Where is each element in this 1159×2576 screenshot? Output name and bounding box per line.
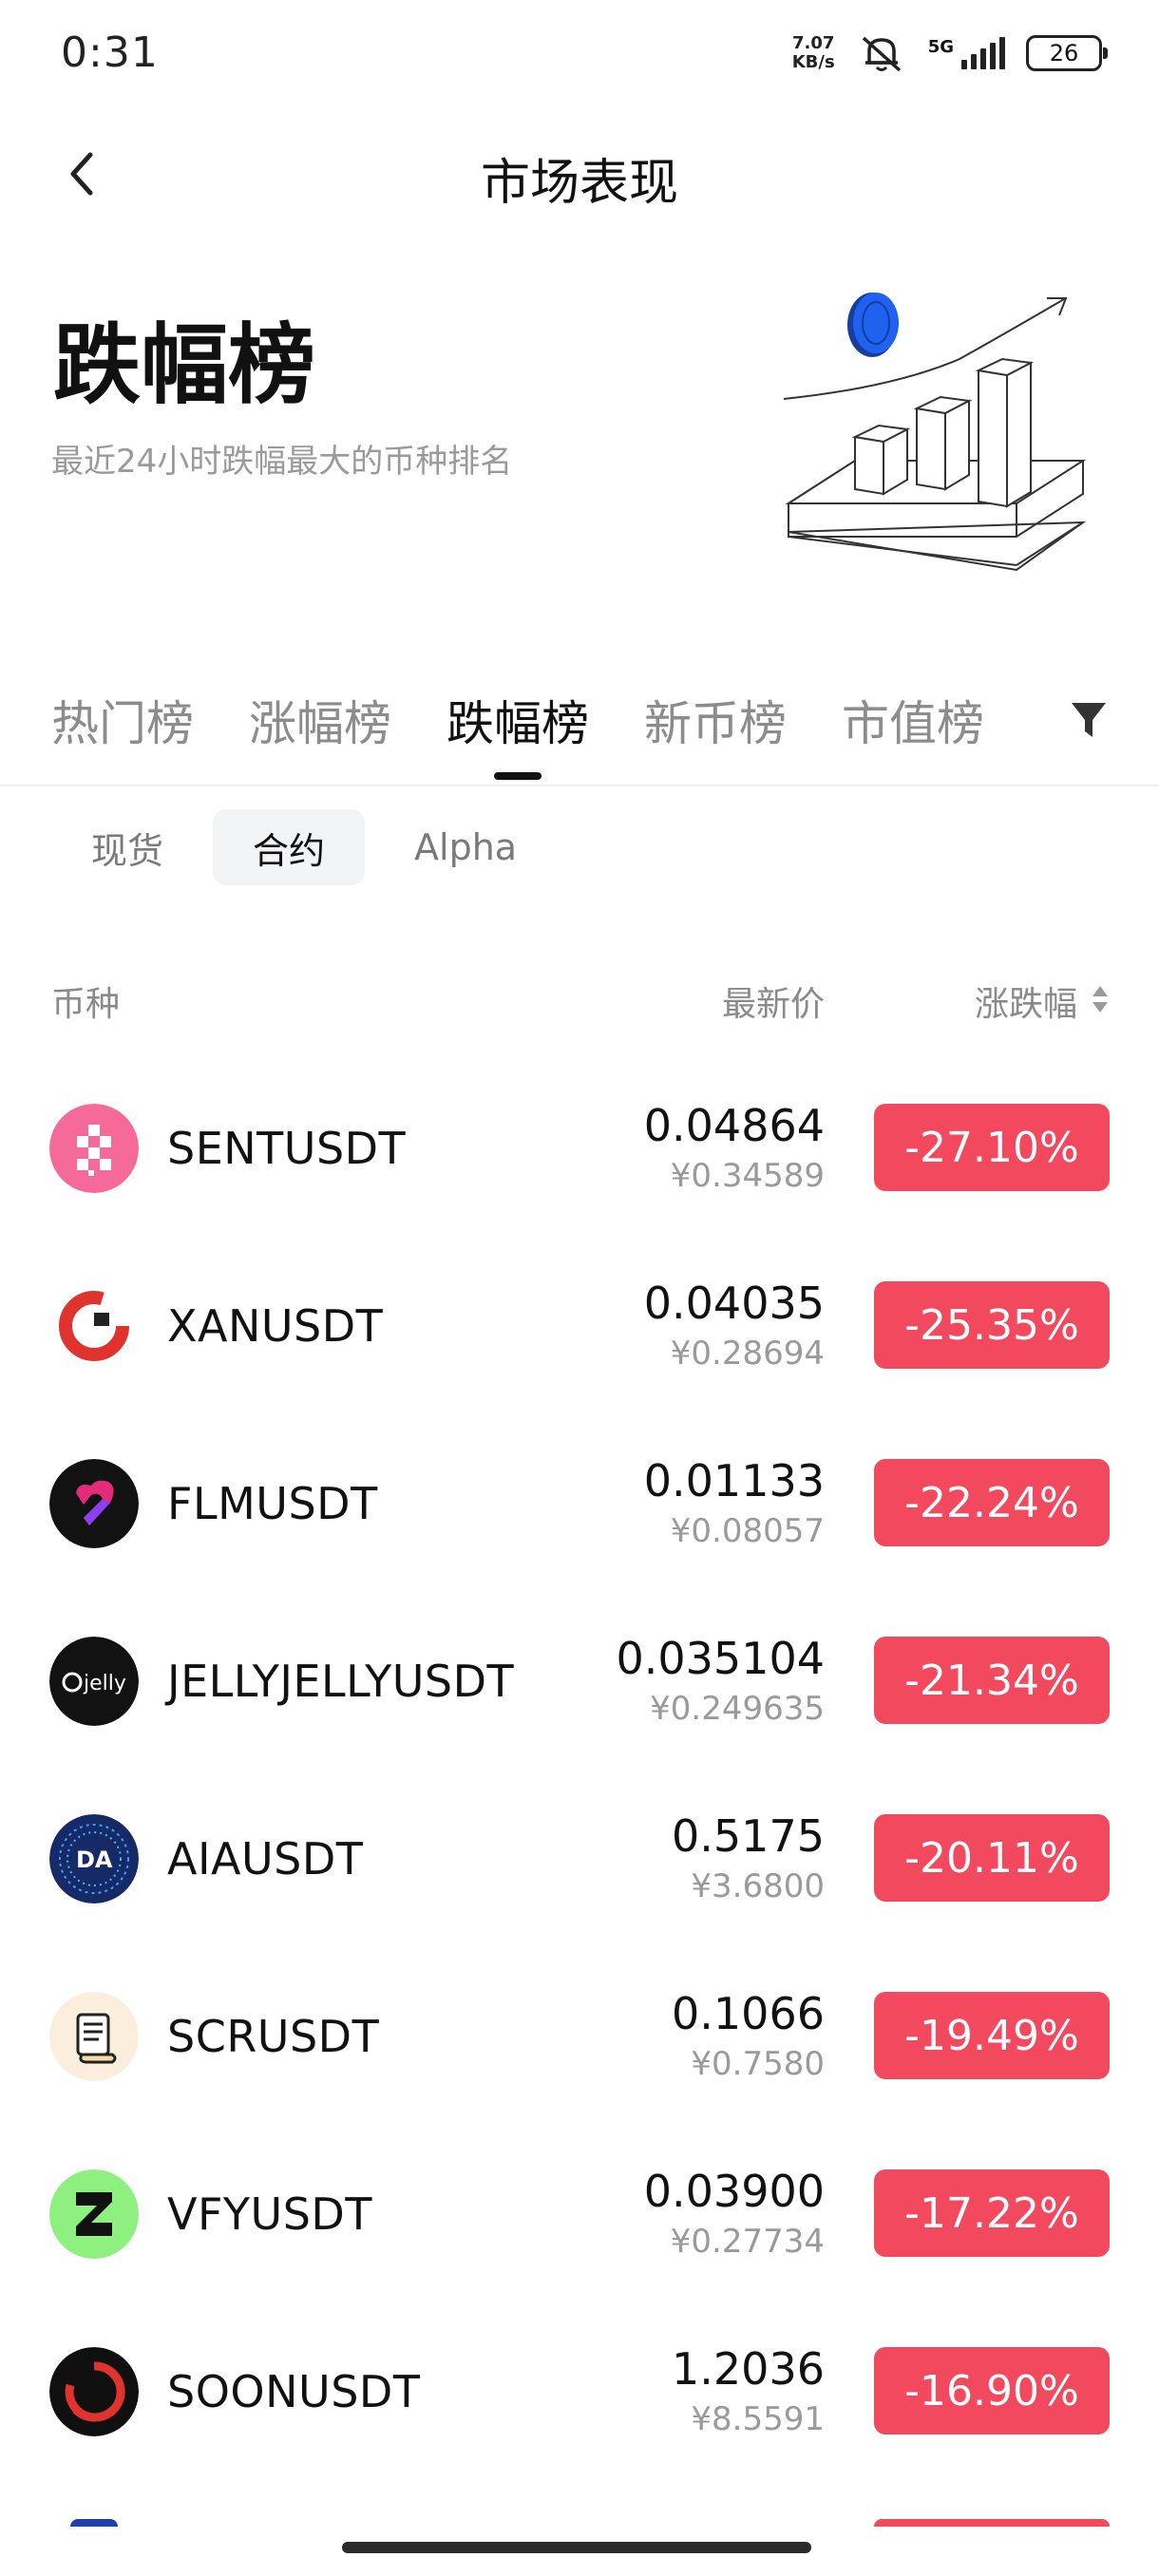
column-header-coin: 币种	[51, 985, 121, 1024]
market-type-tabs: 现货 合约 Alpha	[53, 809, 557, 885]
change-badge: -16.90%	[874, 2347, 1110, 2434]
table-row[interactable]: FLMUSDT 0.01133 ¥0.08057 -22.24%	[0, 1436, 1159, 1614]
battery-level: 26	[1049, 40, 1079, 66]
coin-logo-partial	[70, 2519, 118, 2527]
hero-title: 跌幅榜	[53, 314, 316, 416]
coin-symbol: XANUSDT	[167, 1300, 384, 1352]
subtab-spot[interactable]: 现货	[53, 809, 203, 885]
last-price: 0.03900	[643, 2166, 825, 2217]
last-price: 0.01133	[643, 1455, 825, 1506]
net-speed-value: 7.07	[791, 33, 835, 53]
rank-tabs: 热门榜 涨幅榜 跌幅榜 新币榜 市值榜	[0, 665, 1159, 786]
app-header: 市场表现	[0, 123, 1159, 228]
page-title: 市场表现	[480, 155, 678, 212]
table-row[interactable]: SENTUSDT 0.04864 ¥0.34589 -27.10%	[0, 1081, 1159, 1259]
filter-button[interactable]	[1062, 693, 1115, 747]
status-time: 0:31	[61, 28, 159, 77]
change-badge: -27.10%	[874, 1104, 1110, 1191]
coin-logo-jelly: jelly	[49, 1637, 139, 1726]
last-price: 0.5175	[672, 1810, 825, 1862]
price-cny: ¥8.5591	[691, 2400, 825, 2438]
subtab-futures[interactable]: 合约	[213, 809, 366, 885]
column-header-price: 最新价	[721, 985, 825, 1024]
status-icons: 7.07 KB/s 5G 26	[792, 32, 1108, 74]
svg-text:jelly: jelly	[83, 1672, 126, 1695]
price-cny: ¥0.27734	[670, 2223, 825, 2261]
coin-symbol: SCRUSDT	[167, 2011, 380, 2062]
tab-new-listings[interactable]: 新币榜	[644, 686, 787, 754]
coin-logo-aia: DA	[49, 1814, 139, 1904]
price-cny: ¥0.249635	[650, 1690, 825, 1728]
table-row[interactable]: XANUSDT 0.04035 ¥0.28694 -25.35%	[0, 1259, 1159, 1436]
last-price: 0.035104	[616, 1633, 826, 1684]
coin-logo-scr	[49, 1992, 139, 2081]
table-row-partial	[0, 2515, 1159, 2527]
funnel-filter-icon	[1072, 703, 1106, 737]
price-cny: ¥0.28694	[670, 1335, 825, 1373]
last-price: 0.1066	[672, 1988, 825, 2039]
hero-subtitle: 最近24小时跌幅最大的币种排名	[51, 443, 513, 481]
svg-text:DA: DA	[76, 1847, 113, 1873]
change-badge: -22.24%	[874, 1459, 1110, 1546]
coin-symbol: AIAUSDT	[167, 1833, 364, 1885]
network-type: 5G	[927, 37, 954, 57]
change-badge-partial	[874, 2519, 1110, 2527]
price-cny: ¥0.34589	[670, 1157, 825, 1195]
subtab-alpha[interactable]: Alpha	[374, 809, 557, 885]
change-badge: -19.49%	[874, 1992, 1110, 2079]
table-row[interactable]: SOONUSDT 1.2036 ¥8.5591 -16.90%	[0, 2324, 1159, 2502]
price-cny: ¥3.6800	[691, 1867, 825, 1905]
coin-logo-vfy	[49, 2169, 139, 2259]
coin-logo-soon	[49, 2347, 139, 2436]
coin-logo-flm	[49, 1459, 139, 1548]
signal-strength-icon: 5G	[928, 37, 1005, 69]
last-price: 0.04035	[643, 1278, 825, 1329]
last-price: 0.04864	[643, 1100, 825, 1151]
bar-chart-growth-illustration	[783, 293, 1087, 572]
sort-updown-icon[interactable]	[1089, 982, 1112, 1016]
table-row[interactable]: VFYUSDT 0.03900 ¥0.27734 -17.22%	[0, 2147, 1159, 2324]
column-header-change[interactable]: 涨跌幅	[975, 976, 1077, 1026]
coin-symbol: SOONUSDT	[167, 2366, 421, 2417]
price-cny: ¥0.08057	[670, 1512, 825, 1550]
change-badge: -20.11%	[874, 1814, 1110, 1902]
table-row[interactable]: jelly JELLYJELLYUSDT 0.035104 ¥0.249635 …	[0, 1614, 1159, 1791]
tab-market-cap[interactable]: 市值榜	[842, 686, 984, 754]
change-badge: -17.22%	[874, 2169, 1110, 2257]
net-speed-indicator: 7.07 KB/s	[792, 34, 835, 72]
coin-symbol: JELLYJELLYUSDT	[167, 1656, 515, 1707]
tab-losers[interactable]: 跌幅榜	[446, 686, 589, 754]
battery-icon: 26	[1026, 35, 1108, 71]
price-cny: ¥0.7580	[691, 2045, 825, 2083]
coin-logo-xan	[49, 1281, 139, 1371]
tab-hot[interactable]: 热门榜	[51, 686, 194, 754]
net-speed-unit: KB/s	[791, 52, 835, 72]
change-badge: -25.35%	[874, 1281, 1110, 1369]
coin-logo-sent	[49, 1104, 139, 1193]
coin-symbol: FLMUSDT	[167, 1478, 378, 1529]
status-bar: 0:31 7.07 KB/s 5G 26	[0, 0, 1159, 114]
coin-symbol: VFYUSDT	[167, 2188, 372, 2240]
table-header: 币种 最新价 涨跌幅	[0, 969, 1159, 1026]
last-price: 1.2036	[672, 2343, 825, 2395]
table-row[interactable]: SCRUSDT 0.1066 ¥0.7580 -19.49%	[0, 1969, 1159, 2147]
active-tab-indicator	[494, 772, 542, 780]
home-indicator[interactable]	[342, 2542, 811, 2553]
change-badge: -21.34%	[874, 1637, 1110, 1724]
tab-gainers[interactable]: 涨幅榜	[249, 686, 391, 754]
bell-off-icon	[862, 36, 901, 72]
coin-symbol: SENTUSDT	[167, 1123, 407, 1174]
table-row[interactable]: DA AIAUSDT 0.5175 ¥3.6800 -20.11%	[0, 1791, 1159, 1969]
